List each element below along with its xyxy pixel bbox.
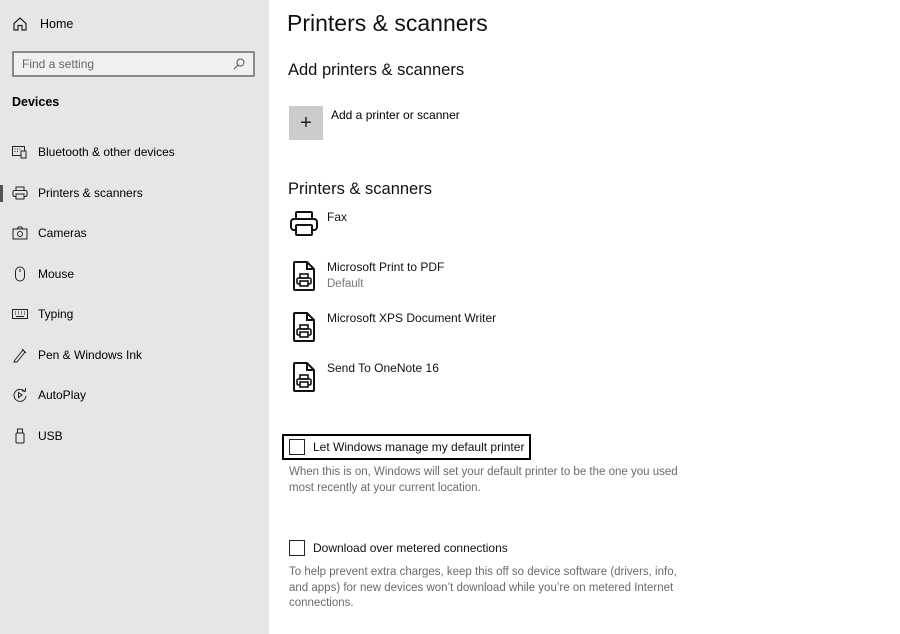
document-printer-icon xyxy=(287,361,321,395)
page-title: Printers & scanners xyxy=(287,10,488,36)
sidebar-item-label: Printers & scanners xyxy=(38,185,143,200)
checkbox-label: Let Windows manage my default printer xyxy=(313,440,525,454)
sidebar-item-label: Mouse xyxy=(38,266,75,281)
keyboard-icon xyxy=(12,306,28,322)
sidebar-item-cameras[interactable]: Cameras xyxy=(0,213,269,254)
checkbox-box[interactable] xyxy=(289,540,305,556)
search-input[interactable] xyxy=(22,57,233,71)
sidebar-item-mouse[interactable]: Mouse xyxy=(0,254,269,295)
sidebar-item-label: Pen & Windows Ink xyxy=(38,347,143,362)
search-icon[interactable] xyxy=(233,58,245,70)
printer-item-xps[interactable]: Microsoft XPS Document Writer xyxy=(287,311,496,345)
printers-list-heading: Printers & scanners xyxy=(288,180,432,198)
printer-name: Fax xyxy=(327,210,348,224)
add-printer-button[interactable]: + xyxy=(289,106,323,140)
printer-status: Default xyxy=(327,278,364,290)
section-title: Devices xyxy=(12,95,60,109)
sidebar-item-label: USB xyxy=(38,428,63,443)
printer-name: Send To OneNote 16 xyxy=(327,361,439,375)
sidebar-item-printers[interactable]: Printers & scanners xyxy=(0,173,269,214)
search-box[interactable] xyxy=(12,51,255,77)
add-section-heading: Add printers & scanners xyxy=(288,61,465,79)
sidebar-item-typing[interactable]: Typing xyxy=(0,294,269,335)
mouse-icon xyxy=(12,266,28,282)
metered-download-checkbox[interactable]: Download over metered connections xyxy=(284,537,513,559)
printer-name: Microsoft XPS Document Writer xyxy=(327,311,497,325)
home-label: Home xyxy=(40,17,74,31)
printer-item-pdf[interactable]: Microsoft Print to PDF Default xyxy=(287,260,444,294)
sidebar-item-pen[interactable]: Pen & Windows Ink xyxy=(0,335,269,376)
sidebar-item-label: Bluetooth & other devices xyxy=(38,145,175,160)
sidebar-item-bluetooth[interactable]: Bluetooth & other devices xyxy=(0,132,269,173)
manage-default-description: When this is on, Windows will set your d… xyxy=(289,466,678,494)
home-link[interactable]: Home xyxy=(12,14,73,34)
sidebar-item-label: AutoPlay xyxy=(38,388,87,403)
checkbox-box[interactable] xyxy=(289,439,305,455)
document-printer-icon xyxy=(287,311,321,345)
camera-icon xyxy=(12,225,28,241)
printer-icon xyxy=(287,210,321,244)
sidebar-item-label: Cameras xyxy=(38,226,87,241)
sidebar-nav: Bluetooth & other devices Printers & sca… xyxy=(0,132,269,456)
usb-icon xyxy=(12,428,28,444)
document-printer-icon xyxy=(287,260,321,294)
printer-icon xyxy=(12,185,28,201)
home-icon xyxy=(13,17,27,31)
printer-item-onenote[interactable]: Send To OneNote 16 xyxy=(287,361,439,395)
add-printer-label[interactable]: Add a printer or scanner xyxy=(331,108,460,122)
metered-description: To help prevent extra charges, keep this… xyxy=(289,566,677,609)
sidebar-item-label: Typing xyxy=(38,307,74,322)
sidebar-item-autoplay[interactable]: AutoPlay xyxy=(0,375,269,416)
autoplay-icon xyxy=(12,387,28,403)
main-content: Printers & scanners Add printers & scann… xyxy=(269,0,900,634)
bluetooth-devices-icon xyxy=(12,144,28,160)
sidebar-item-usb[interactable]: USB xyxy=(0,416,269,457)
pen-icon xyxy=(12,347,28,363)
printer-name: Microsoft Print to PDF xyxy=(327,260,445,274)
plus-icon: + xyxy=(300,111,312,134)
manage-default-printer-checkbox[interactable]: Let Windows manage my default printer xyxy=(281,434,532,460)
sidebar: Home Devices Bluetooth & other devices P… xyxy=(0,0,269,634)
printer-item-fax[interactable]: Fax xyxy=(287,210,347,244)
checkbox-label: Download over metered connections xyxy=(313,541,508,555)
